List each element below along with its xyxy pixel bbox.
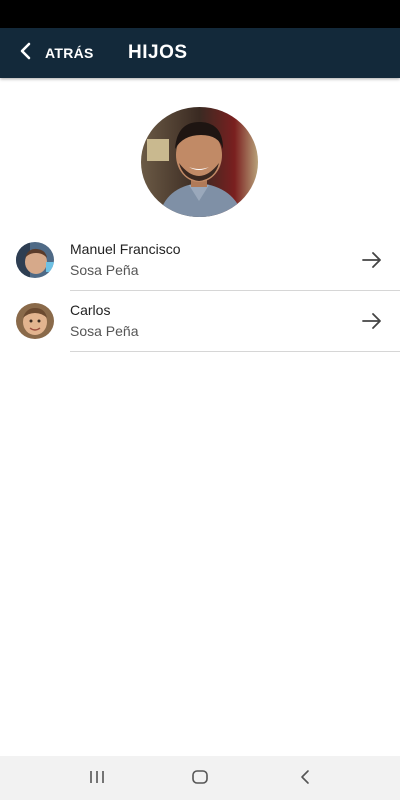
- back-label: ATRÁS: [45, 45, 94, 61]
- app-bar: ATRÁS HIJOS: [0, 28, 400, 78]
- child-row-1[interactable]: Manuel Francisco Sosa Peña: [0, 230, 400, 291]
- page-title: HIJOS: [128, 42, 188, 63]
- row-divider: [70, 351, 400, 352]
- child-first-name: Manuel Francisco: [70, 241, 181, 257]
- arrow-right-icon[interactable]: [361, 311, 383, 331]
- child-first-name: Carlos: [70, 302, 111, 318]
- status-bar: [0, 0, 400, 28]
- home-icon[interactable]: [191, 768, 209, 791]
- recents-icon[interactable]: [88, 768, 106, 791]
- child-row-2[interactable]: Carlos Sosa Peña: [0, 291, 400, 352]
- parent-profile-photo: [141, 107, 258, 217]
- arrow-right-icon[interactable]: [361, 250, 383, 270]
- child-last-name: Sosa Peña: [70, 262, 139, 278]
- children-list: Manuel Francisco Sosa Peña Carlos Sosa P…: [0, 230, 400, 352]
- child-last-name: Sosa Peña: [70, 323, 139, 339]
- system-navigation-bar: [0, 756, 400, 800]
- back-button[interactable]: ATRÁS: [18, 28, 94, 78]
- child-avatar: [16, 242, 54, 278]
- system-back-icon[interactable]: [297, 768, 315, 791]
- chevron-left-icon: [18, 42, 32, 65]
- child-avatar: [16, 303, 54, 339]
